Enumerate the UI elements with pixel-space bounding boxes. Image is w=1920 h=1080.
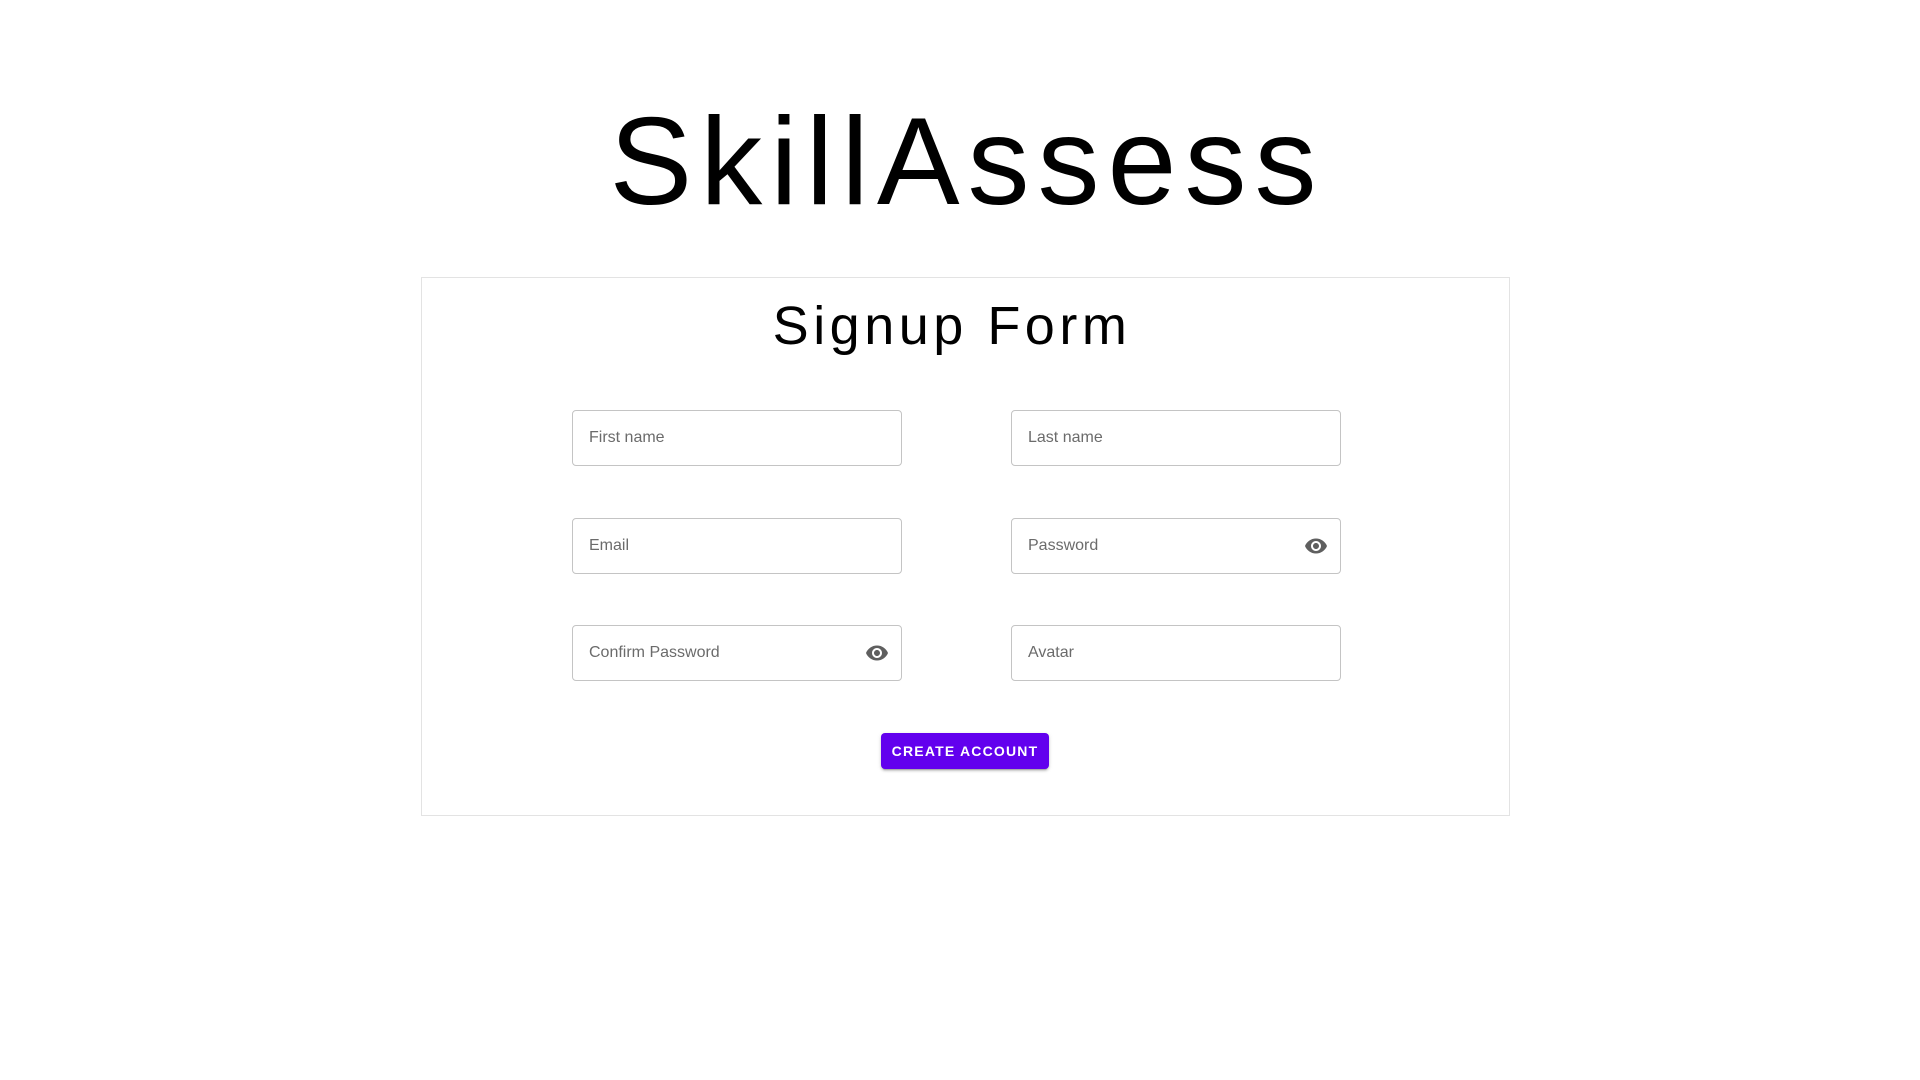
last-name-field [1011,410,1341,466]
first-name-input[interactable] [573,411,901,465]
avatar-field [1011,625,1341,681]
app-title: SkillAssess [609,93,1325,231]
first-name-field [572,410,902,466]
password-visibility-toggle[interactable] [1302,532,1330,560]
password-input[interactable] [1012,519,1340,573]
confirm-password-visibility-toggle[interactable] [863,639,891,667]
password-field [1011,518,1341,574]
form-title: Signup Form [772,296,1132,356]
eye-icon [1305,538,1327,554]
eye-icon [866,645,888,661]
confirm-password-field [572,625,902,681]
confirm-password-input[interactable] [573,626,901,680]
signup-page: SkillAssess Signup Form CREATE ACCOUNT [0,0,1920,1080]
last-name-input[interactable] [1012,411,1340,465]
avatar-input[interactable] [1012,626,1340,680]
email-field [572,518,902,574]
email-input[interactable] [573,519,901,573]
create-account-button[interactable]: CREATE ACCOUNT [881,733,1049,769]
